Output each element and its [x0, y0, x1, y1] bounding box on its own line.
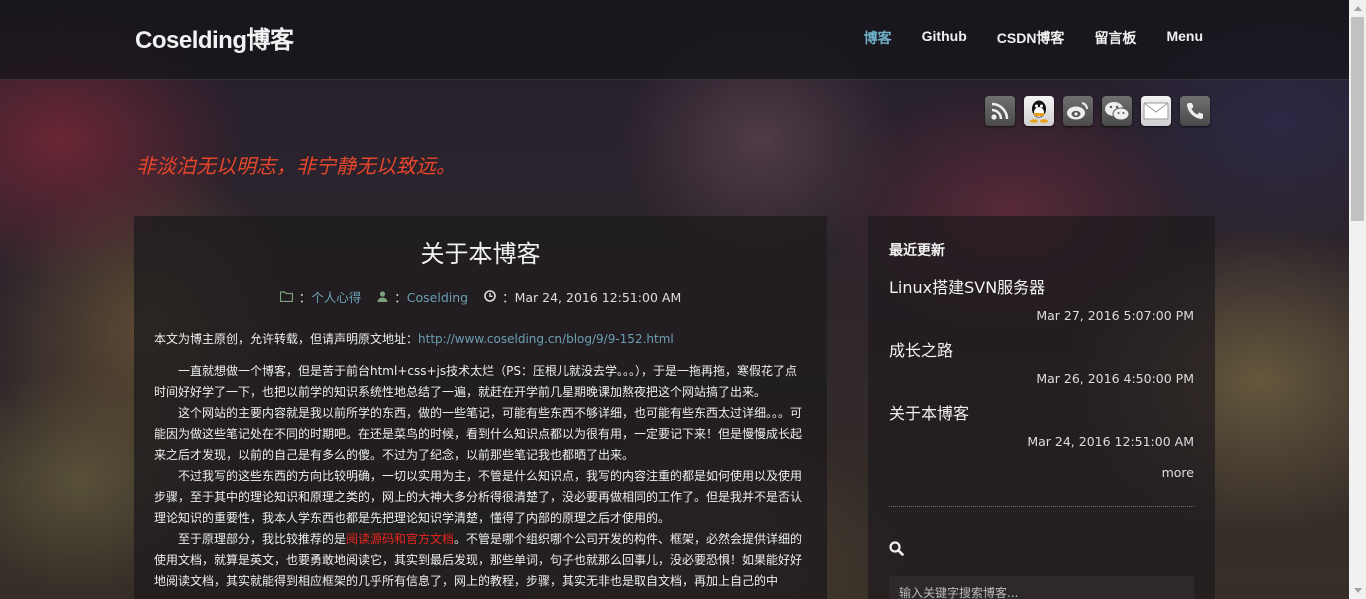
recent-post-date: Mar 24, 2016 12:51:00 AM: [1027, 434, 1194, 449]
wechat-icon[interactable]: [1102, 96, 1132, 126]
nav-item-github[interactable]: Github: [922, 28, 967, 48]
social-links: [985, 96, 1210, 126]
article-title[interactable]: 关于本博客: [154, 234, 807, 269]
author-prefix: ：: [394, 290, 407, 305]
article-paragraph: 不过我写的这些东西的方向比较明确，一切以实用为主，不管是什么知识点，我写的内容注…: [154, 469, 803, 525]
more-link[interactable]: more: [889, 465, 1194, 480]
article-date: Mar 24, 2016 12:51:00 AM: [514, 290, 682, 305]
article-paragraph: 一直就想做一个博客，但是苦于前台html+css+js技术太烂（PS：压根儿就没…: [154, 364, 797, 399]
recent-updates-title: 最近更新: [889, 243, 945, 259]
search-input[interactable]: [889, 576, 1194, 599]
nav-item-menu[interactable]: Menu: [1166, 28, 1203, 48]
site-brand[interactable]: Coselding博客: [135, 20, 294, 55]
qq-icon[interactable]: [1024, 96, 1054, 126]
navbar: Coselding博客 博客 Github CSDN博客 留言板 Menu: [0, 0, 1349, 80]
author-link[interactable]: Coselding: [407, 290, 468, 305]
scrollbar-thumb[interactable]: [1351, 17, 1364, 221]
divider: [889, 506, 1194, 507]
recent-post: 关于本博客 Mar 24, 2016 12:51:00 AM: [889, 400, 1194, 449]
user-icon: [377, 290, 392, 305]
recent-post: Linux搭建SVN服务器 Mar 27, 2016 5:07:00 PM: [889, 274, 1194, 323]
paragraph-text: 至于原理部分，我比较推荐的是: [178, 532, 347, 546]
article-meta: ：个人心得 ：Coselding ：Mar 24, 2016 12:51:00 …: [154, 287, 807, 306]
recent-post-date: Mar 26, 2016 4:50:00 PM: [1036, 371, 1194, 386]
article-paragraph: 这个网站的主要内容就是我以前所学的东西，做的一些笔记，可能有些东西不够详细，也可…: [154, 406, 803, 462]
search-icon: [889, 541, 1194, 560]
folder-icon: [279, 290, 297, 305]
weibo-icon[interactable]: [1063, 96, 1093, 126]
category-link[interactable]: 个人心得: [311, 290, 361, 305]
nav-item-blog[interactable]: 博客: [864, 28, 892, 48]
scroll-down-icon[interactable]: [1349, 582, 1366, 599]
recent-post-title[interactable]: 关于本博客: [889, 400, 1194, 424]
highlight-link[interactable]: 阅读源码和官方文档: [346, 532, 454, 546]
scrollbar[interactable]: [1349, 0, 1366, 599]
mail-icon[interactable]: [1141, 96, 1171, 126]
source-notice: 本文为博主原创，允许转载，但请声明原文地址：http://www.coseldi…: [154, 330, 807, 347]
date-prefix: ：: [502, 290, 515, 305]
recent-post: 成长之路 Mar 26, 2016 4:50:00 PM: [889, 337, 1194, 386]
recent-post-title[interactable]: Linux搭建SVN服务器: [889, 274, 1194, 298]
sidebar: 最近更新 Linux搭建SVN服务器 Mar 27, 2016 5:07:00 …: [868, 216, 1215, 599]
recent-post-date: Mar 27, 2016 5:07:00 PM: [1036, 308, 1194, 323]
main-nav: 博客 Github CSDN博客 留言板 Menu: [864, 28, 1203, 48]
article-paragraph: 至于原理部分，我比较推荐的是阅读源码和官方文档。不管是哪个组织哪个公司开发的构件…: [154, 529, 807, 592]
recent-post-title[interactable]: 成长之路: [889, 337, 1194, 361]
phone-icon[interactable]: [1180, 96, 1210, 126]
clock-icon: [484, 290, 500, 305]
nav-item-guestbook[interactable]: 留言板: [1094, 28, 1136, 48]
scroll-up-icon[interactable]: [1349, 0, 1366, 17]
rss-icon[interactable]: [985, 96, 1015, 126]
source-label: 本文为博主原创，允许转载，但请声明原文地址：: [154, 332, 419, 346]
site-motto: 非淡泊无以明志，非宁静无以致远。: [136, 154, 456, 178]
article-card: 关于本博客 ：个人心得 ：Coselding ：Mar 24, 2016 12:…: [134, 216, 827, 599]
source-url-link[interactable]: http://www.coselding.cn/blog/9/9-152.htm…: [418, 332, 674, 346]
nav-item-csdn[interactable]: CSDN博客: [997, 28, 1065, 48]
category-prefix: ：: [298, 290, 312, 305]
